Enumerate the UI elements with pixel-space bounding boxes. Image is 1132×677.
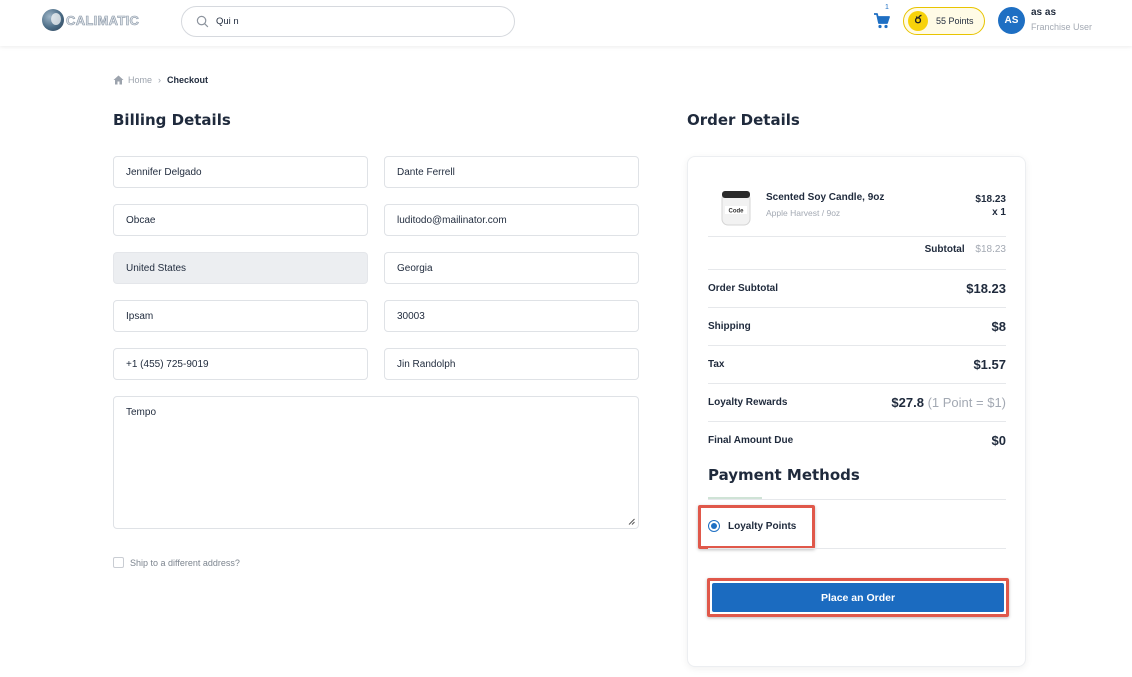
tax-label: Tax [708, 359, 725, 370]
search-value: Qui n [216, 16, 239, 27]
divider [708, 236, 1006, 237]
city-field[interactable]: Ipsam [113, 300, 368, 332]
order-notes-textarea[interactable]: Tempo [113, 396, 639, 529]
last-name-field[interactable]: Dante Ferrell [384, 156, 639, 188]
place-order-button[interactable]: Place an Order [712, 583, 1004, 612]
billing-details-title: Billing Details [113, 111, 231, 129]
country-select[interactable]: United States [113, 252, 368, 284]
shipping-value: $8 [991, 319, 1006, 334]
logo-text: CALIMATIC [66, 12, 140, 28]
order-details-title: Order Details [687, 111, 800, 129]
search-input[interactable]: Qui n [181, 6, 515, 37]
user-avatar[interactable]: AS [998, 7, 1025, 34]
order-subtotal-label: Order Subtotal [708, 283, 779, 294]
zip-field[interactable]: 30003 [384, 300, 639, 332]
breadcrumb: Home › Checkout [113, 75, 208, 85]
loyalty-conversion-note: (1 Point = $1) [927, 395, 1006, 410]
payment-option-label: Loyalty Points [728, 520, 797, 532]
product-price: $18.23 [975, 194, 1006, 205]
first-name-field[interactable]: Jennifer Delgado [113, 156, 368, 188]
loyalty-points-radio-option[interactable]: Loyalty Points [708, 520, 796, 532]
loyalty-points-badge[interactable]: ర 55 Points [903, 7, 985, 35]
item-subtotal-label: Subtotal [924, 244, 965, 255]
item-subtotal-value: $18.23 [975, 244, 1006, 255]
home-icon [113, 75, 124, 85]
contact-name-field[interactable]: Jin Randolph [384, 348, 639, 380]
breadcrumb-separator: › [158, 75, 162, 85]
cart-count-badge: 1 [885, 4, 889, 11]
state-field[interactable]: Georgia [384, 252, 639, 284]
divider [708, 421, 1006, 422]
divider [708, 548, 1006, 549]
divider [708, 269, 1006, 270]
final-amount-label: Final Amount Due [708, 435, 794, 446]
resize-grip-icon[interactable] [628, 518, 635, 525]
ship-different-label: Ship to a different address? [130, 557, 240, 568]
cart-icon[interactable] [873, 12, 891, 30]
loyalty-rewards-label: Loyalty Rewards [708, 397, 788, 408]
divider [708, 307, 1006, 308]
email-field[interactable]: luditodo@mailinator.com [384, 204, 639, 236]
product-thumbnail: Code [721, 191, 751, 226]
product-name[interactable]: Scented Soy Candle, 9oz [766, 192, 884, 203]
search-icon [196, 15, 209, 28]
divider [708, 383, 1006, 384]
product-thumb-label: Code [729, 209, 745, 215]
loyalty-rewards-value: $27.8 (1 Point = $1) [891, 395, 1006, 410]
company-field[interactable]: Obcae [113, 204, 368, 236]
divider [708, 345, 1006, 346]
divider [708, 499, 1006, 500]
product-quantity: x 1 [992, 207, 1006, 218]
breadcrumb-current: Checkout [167, 75, 209, 85]
points-label: 55 Points [936, 16, 974, 26]
order-notes-value: Tempo [126, 407, 157, 418]
logo-globe-icon [42, 9, 64, 31]
checkbox-box[interactable] [113, 557, 124, 568]
shipping-label: Shipping [708, 321, 751, 332]
user-role: Franchise User [1031, 22, 1093, 32]
payment-methods-title: Payment Methods [708, 466, 860, 484]
user-name[interactable]: as as [1031, 7, 1056, 18]
radio-selected-icon[interactable] [708, 520, 720, 532]
breadcrumb-home-link[interactable]: Home [128, 75, 152, 85]
phone-field[interactable]: +1 (455) 725-9019 [113, 348, 368, 380]
item-subtotal-row: Subtotal $18.23 [925, 244, 1006, 255]
brand-logo[interactable]: CALIMATIC [42, 9, 139, 31]
top-navbar: CALIMATIC Qui n 1 ర 55 Points AS as as F… [0, 0, 1132, 46]
order-subtotal-value: $18.23 [966, 281, 1006, 296]
ship-different-address-checkbox[interactable]: Ship to a different address? [113, 557, 240, 568]
final-amount-value: $0 [991, 433, 1006, 448]
tax-value: $1.57 [973, 357, 1006, 372]
points-coin-icon: ర [908, 11, 928, 31]
product-variant: Apple Harvest / 9oz [766, 208, 841, 218]
loyalty-rewards-amount: $27.8 [891, 395, 924, 410]
